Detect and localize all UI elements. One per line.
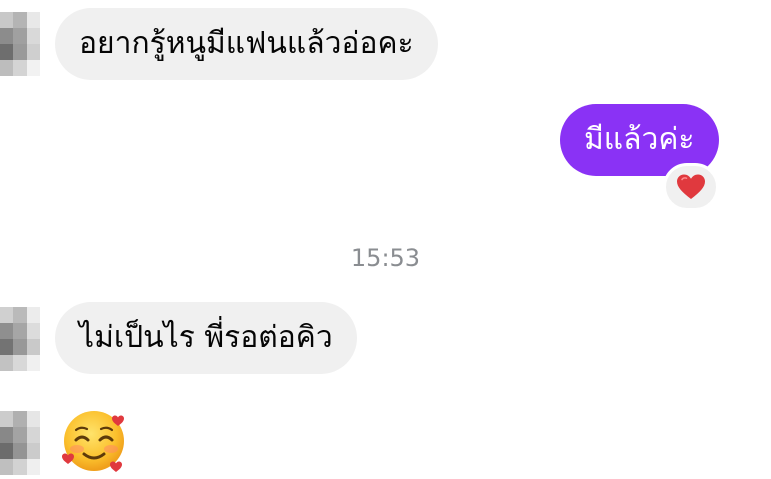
heart-reaction-badge[interactable]: [663, 163, 719, 211]
heart-icon: [677, 174, 705, 199]
contact-avatar[interactable]: [0, 12, 40, 76]
chat-thread: อยากรู้หนูมีแฟนแล้วอ่อคะ มีแล้วค่ะ 15:53…: [0, 0, 771, 479]
incoming-message-bubble[interactable]: ไม่เป็นไร พี่รอต่อคิว: [55, 302, 357, 374]
contact-avatar[interactable]: [0, 307, 40, 371]
message-text: มีแล้วค่ะ: [584, 122, 695, 157]
incoming-message-bubble[interactable]: อยากรู้หนูมีแฟนแล้วอ่อคะ: [55, 8, 438, 80]
contact-avatar[interactable]: [0, 411, 40, 475]
smiling-face-with-hearts-icon[interactable]: [56, 404, 132, 476]
message-text: ไม่เป็นไร พี่รอต่อคิว: [79, 320, 333, 355]
message-text: อยากรู้หนูมีแฟนแล้วอ่อคะ: [79, 26, 414, 61]
message-timestamp: 15:53: [350, 244, 421, 272]
